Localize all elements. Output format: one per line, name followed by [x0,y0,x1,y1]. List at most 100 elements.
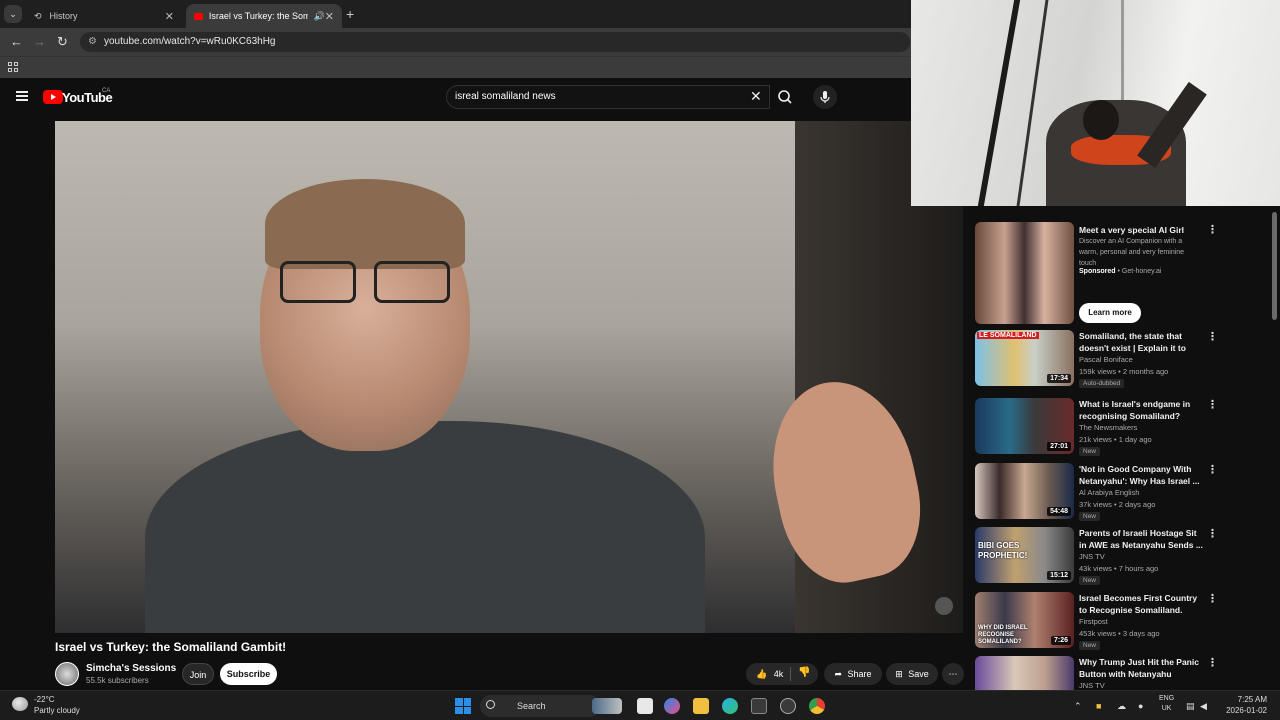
channel-avatar[interactable] [55,662,79,686]
copilot-icon[interactable] [664,698,680,714]
video-meta: 37k views • 2 days ago [1079,500,1156,509]
chrome-icon[interactable] [809,698,825,714]
url-input[interactable]: ⚙ youtube.com/watch?v=wRu0KC63hHg [80,32,910,52]
video-player[interactable] [55,121,963,633]
network-icon[interactable]: ▤ [1186,701,1195,712]
youtube-favicon-icon [194,12,203,20]
voice-search-button[interactable] [813,85,837,109]
ad-more-icon[interactable]: ⋮ [1207,223,1218,236]
video-more-icon[interactable]: ⋮ [1207,656,1218,669]
new-badge: New [1079,447,1101,456]
apps-grid-icon[interactable] [8,62,18,72]
country-code: CA [102,88,111,94]
taskbar-search[interactable]: Search [480,695,600,717]
video-more-icon[interactable]: ⋮ [1207,463,1218,476]
new-tab-button[interactable]: + [346,6,354,22]
clear-search-icon[interactable]: ✕ [750,88,762,104]
video-thumbnail[interactable]: LE SOMALILAND 17:34 [975,330,1074,386]
tray-mic-icon[interactable]: ● [1138,701,1143,711]
ad-thumbnail[interactable] [975,222,1074,324]
save-button[interactable]: ⊞ Save [886,663,938,685]
video-duration: 17:34 [1047,374,1071,383]
learn-more-button[interactable]: Learn more [1079,303,1141,323]
webcam-head [1083,100,1119,140]
video-title-link[interactable]: 'Not in Good Company With Netanyahu': Wh… [1079,463,1203,487]
channel-name[interactable]: Firstpost [1079,617,1108,626]
video-thumbnail[interactable]: BIBI GOES PROPHETIC! 15:12 [975,527,1074,583]
channel-watermark-icon[interactable] [935,597,953,615]
hamburger-menu-icon[interactable] [16,91,28,101]
video-title-link[interactable]: Why Trump Just Hit the Panic Button with… [1079,656,1203,680]
tray-cloud-icon[interactable]: ☁ [1117,701,1126,712]
video-title-link[interactable]: Israel Becomes First Country to Recognis… [1079,592,1203,616]
share-button[interactable]: ➦ Share [824,663,882,685]
video-more-icon[interactable]: ⋮ [1207,330,1218,343]
new-badge: New [1079,576,1101,585]
more-actions-button[interactable]: ⋯ [942,663,964,685]
new-badge: New [1079,641,1101,650]
join-button[interactable]: Join [182,663,214,685]
tray-overflow-icon[interactable]: ⌃ [1074,701,1082,712]
search-highlight-icon[interactable] [592,698,622,714]
share-icon: ➦ [834,669,842,679]
subscribe-button[interactable]: Subscribe [220,663,277,685]
region-code: UK [1161,705,1172,712]
scrollbar-thumb[interactable] [1272,212,1277,320]
youtube-logo-icon[interactable] [43,90,63,104]
windows-start-icon[interactable] [455,698,471,714]
channel-name[interactable]: JNS TV [1079,681,1105,690]
audio-playing-icon[interactable]: 🔊 [314,11,325,22]
video-thumbnail[interactable]: WHY DID ISRAEL RECOGNISE SOMALILAND? 7:2… [975,592,1074,648]
search-button[interactable] [772,85,798,109]
video-title-link[interactable]: What is Israel's endgame in recognising … [1079,398,1203,422]
tab-video[interactable]: Israel vs Turkey: the Somali 🔊 ✕ [186,4,342,28]
channel-name[interactable]: Al Arabiya English [1079,488,1139,497]
video-more-icon[interactable]: ⋮ [1207,527,1218,540]
system-clock[interactable]: 7:25 AM 2026-01-02 [1209,694,1267,716]
site-info-icon[interactable]: ⚙ [88,32,97,52]
tab-history[interactable]: ⟲ History ✕ [26,4,182,28]
close-tab-icon[interactable]: ✕ [325,10,334,23]
tab-search-dropdown[interactable]: ⌄ [4,5,22,23]
thumbs-down-icon[interactable]: 👎 [798,667,810,678]
settings-icon[interactable] [780,698,796,714]
windows-taskbar: -22°C Partly cloudy Search ⌃ ■ ☁ ● ENG U… [0,690,1280,720]
reload-button[interactable]: ↻ [57,34,68,50]
close-tab-icon[interactable]: ✕ [165,10,174,23]
weather-cloud-icon[interactable] [12,697,28,711]
ad-title[interactable]: Meet a very special AI Girl [1079,224,1203,236]
video-thumbnail[interactable] [975,656,1074,690]
video-title-link[interactable]: Parents of Israeli Hostage Sit in AWE as… [1079,527,1203,551]
channel-name[interactable]: Simcha's Sessions [86,663,176,674]
edge-browser-icon[interactable] [722,698,738,714]
video-more-icon[interactable]: ⋮ [1207,592,1218,605]
ad-domain: Get-honey.ai [1121,268,1162,275]
channel-name[interactable]: Pascal Boniface [1079,355,1133,364]
task-view-icon[interactable] [637,698,653,714]
file-explorer-icon[interactable] [693,698,709,714]
tray-app-icon[interactable]: ■ [1096,701,1101,711]
video-title-link[interactable]: Somaliland, the state that doesn't exist… [1079,330,1203,354]
store-icon[interactable] [751,698,767,714]
video-duration: 15:12 [1047,571,1071,580]
thumbnail-caption: WHY DID ISRAEL RECOGNISE SOMALILAND? [978,625,1028,645]
video-frame-person [145,421,705,633]
video-duration: 54:48 [1047,507,1071,516]
back-button[interactable]: ← [10,34,23,49]
input-language[interactable]: ENG UK [1159,694,1174,714]
auto-dubbed-badge: Auto-dubbed [1079,379,1125,388]
weather-temperature[interactable]: -22°C [34,695,55,704]
tab-label: History [49,11,78,21]
video-thumbnail[interactable]: 54:48 [975,463,1074,519]
forward-button[interactable]: → [33,34,46,49]
search-input[interactable]: isreal somaliland news [446,85,770,109]
like-divider [790,667,791,681]
microphone-icon [820,91,830,103]
video-duration: 27:01 [1047,442,1071,451]
video-more-icon[interactable]: ⋮ [1207,398,1218,411]
volume-icon[interactable]: ◀ [1200,701,1207,712]
channel-name[interactable]: The Newsmakers [1079,423,1137,432]
channel-name[interactable]: JNS TV [1079,552,1105,561]
video-thumbnail[interactable]: 27:01 [975,398,1074,454]
weather-condition[interactable]: Partly cloudy [34,706,80,715]
